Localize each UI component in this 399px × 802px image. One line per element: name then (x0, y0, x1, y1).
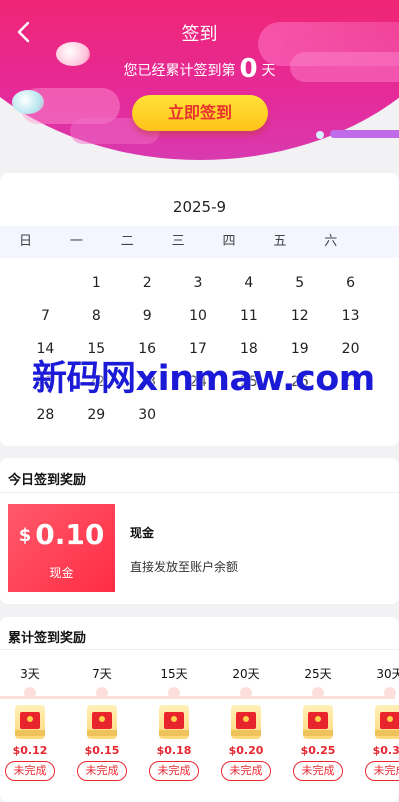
progress-dot (312, 687, 324, 699)
today-reward-title: 今日签到奖励 (8, 473, 87, 488)
calendar-day[interactable]: 4 (223, 275, 274, 291)
calendar-day[interactable]: 29 (71, 407, 122, 423)
milestone-item: 7天 $0.15 未完成 (77, 665, 127, 781)
calendar-day[interactable]: 6 (325, 275, 376, 291)
milestone-days: 15天 (160, 667, 188, 681)
weekday-label: 一 (69, 234, 83, 249)
calendar-day[interactable]: 10 (173, 308, 224, 324)
calendar-day[interactable]: 3 (173, 275, 224, 291)
milestone-status-button[interactable]: 未完成 (77, 761, 127, 781)
reward-name: 现金 (130, 526, 155, 540)
calendar-weekday-header: 日 一 二 三 四 五 六 (0, 226, 399, 258)
summary-suffix: 天 (261, 63, 276, 79)
progress-dot (384, 687, 396, 699)
weekday-label: 三 (171, 234, 185, 249)
page-title: 签到 (181, 24, 218, 45)
reward-coupon: $0.10 现金 (8, 504, 115, 592)
decor-bar (330, 130, 399, 138)
weekday-label: 日 (18, 234, 32, 249)
weekday-label: 四 (222, 234, 236, 249)
red-envelope-icon (303, 705, 333, 739)
checkin-header: 签到 您已经累计签到第 0 天 立即签到 (0, 0, 399, 170)
milestone-amount: $0.30 (372, 744, 399, 757)
milestone-days: 30天 (376, 667, 399, 681)
summary-prefix: 您已经累计签到第 (123, 63, 236, 79)
milestone-amount: $0.20 (228, 744, 264, 757)
calendar-week-row: 28 29 30 (0, 398, 376, 431)
milestone-item: 20天 $0.20 未完成 (221, 665, 271, 781)
weekday-label: 五 (273, 234, 287, 249)
milestone-item: 15天 $0.18 未完成 (149, 665, 199, 781)
site-watermark: 新码网xinmaw.com (32, 359, 375, 399)
milestone-item: 30天 $0.30 未完成 (365, 665, 399, 781)
checkin-calendar: 2025-9 日 一 二 三 四 五 六 1 2 3 4 5 6 7 8 9 10 11 12 13 14… (0, 173, 399, 446)
divider (0, 649, 399, 650)
milestone-amount: $0.25 (300, 744, 336, 757)
milestone-item: 25天 $0.25 未完成 (293, 665, 343, 781)
decor-bubble (316, 131, 324, 139)
calendar-day[interactable]: 13 (325, 308, 376, 324)
calendar-week-row: 7 8 9 10 11 12 13 (0, 299, 376, 332)
coupon-amount: $0.10 (8, 518, 115, 551)
currency-symbol: $ (18, 525, 32, 546)
calendar-day[interactable]: 7 (20, 308, 71, 324)
cumulative-reward-card: 累计签到奖励 3天 $0.12 未完成 7天 $0.15 未完成 15天 $0.18 未完成 20… (0, 617, 399, 802)
milestone-days: 25天 (304, 667, 332, 681)
milestone-status-button[interactable]: 未完成 (221, 761, 271, 781)
milestone-status-button[interactable]: 未完成 (5, 761, 55, 781)
summary-days-count: 0 (239, 54, 258, 84)
calendar-day[interactable]: 30 (122, 407, 173, 423)
cumulative-reward-title: 累计签到奖励 (8, 631, 87, 646)
weekday-label: 六 (324, 234, 338, 249)
coupon-type: 现金 (49, 566, 74, 580)
checkin-now-button[interactable]: 立即签到 (132, 95, 268, 131)
progress-dot (96, 687, 108, 699)
milestone-days: 7天 (92, 667, 112, 681)
calendar-day[interactable]: 28 (20, 407, 71, 423)
calendar-grid: 1 2 3 4 5 6 7 8 9 10 11 12 13 14 15 16 17 18 19 20 21 22 23 24 2… (20, 266, 376, 431)
red-envelope-icon (159, 705, 189, 739)
milestone-days: 3天 (20, 667, 40, 681)
red-envelope-icon (15, 705, 45, 739)
milestone-status-button[interactable]: 未完成 (293, 761, 343, 781)
milestone-amount: $0.15 (84, 744, 120, 757)
milestone-status-button[interactable]: 未完成 (149, 761, 199, 781)
progress-dot (168, 687, 180, 699)
milestone-status-button[interactable]: 未完成 (365, 761, 399, 781)
calendar-day[interactable]: 9 (122, 308, 173, 324)
calendar-day[interactable]: 1 (71, 275, 122, 291)
coupon-value: 0.10 (35, 518, 105, 551)
progress-dot (24, 687, 36, 699)
red-envelope-icon (231, 705, 261, 739)
reward-description: 直接发放至账户余额 (130, 560, 239, 574)
progress-dot (240, 687, 252, 699)
milestone-days: 20天 (232, 667, 260, 681)
calendar-month: 2025-9 (172, 198, 227, 216)
checkin-summary: 您已经累计签到第 0 天 (0, 54, 399, 84)
weekday-label: 二 (120, 234, 134, 249)
calendar-day[interactable]: 11 (223, 308, 274, 324)
calendar-day[interactable]: 5 (274, 275, 325, 291)
calendar-day[interactable]: 8 (71, 308, 122, 324)
red-envelope-icon (375, 705, 399, 739)
today-reward-card: 今日签到奖励 $0.10 现金 现金 直接发放至账户余额 (0, 458, 399, 604)
decor-bubble (12, 90, 44, 114)
milestone-amount: $0.12 (12, 744, 48, 757)
divider (0, 492, 399, 493)
calendar-week-row: 123456 (0, 266, 376, 299)
milestone-item: 3天 $0.12 未完成 (5, 665, 55, 781)
calendar-day[interactable]: 12 (274, 308, 325, 324)
calendar-day[interactable]: 2 (122, 275, 173, 291)
milestone-amount: $0.18 (156, 744, 192, 757)
red-envelope-icon (87, 705, 117, 739)
